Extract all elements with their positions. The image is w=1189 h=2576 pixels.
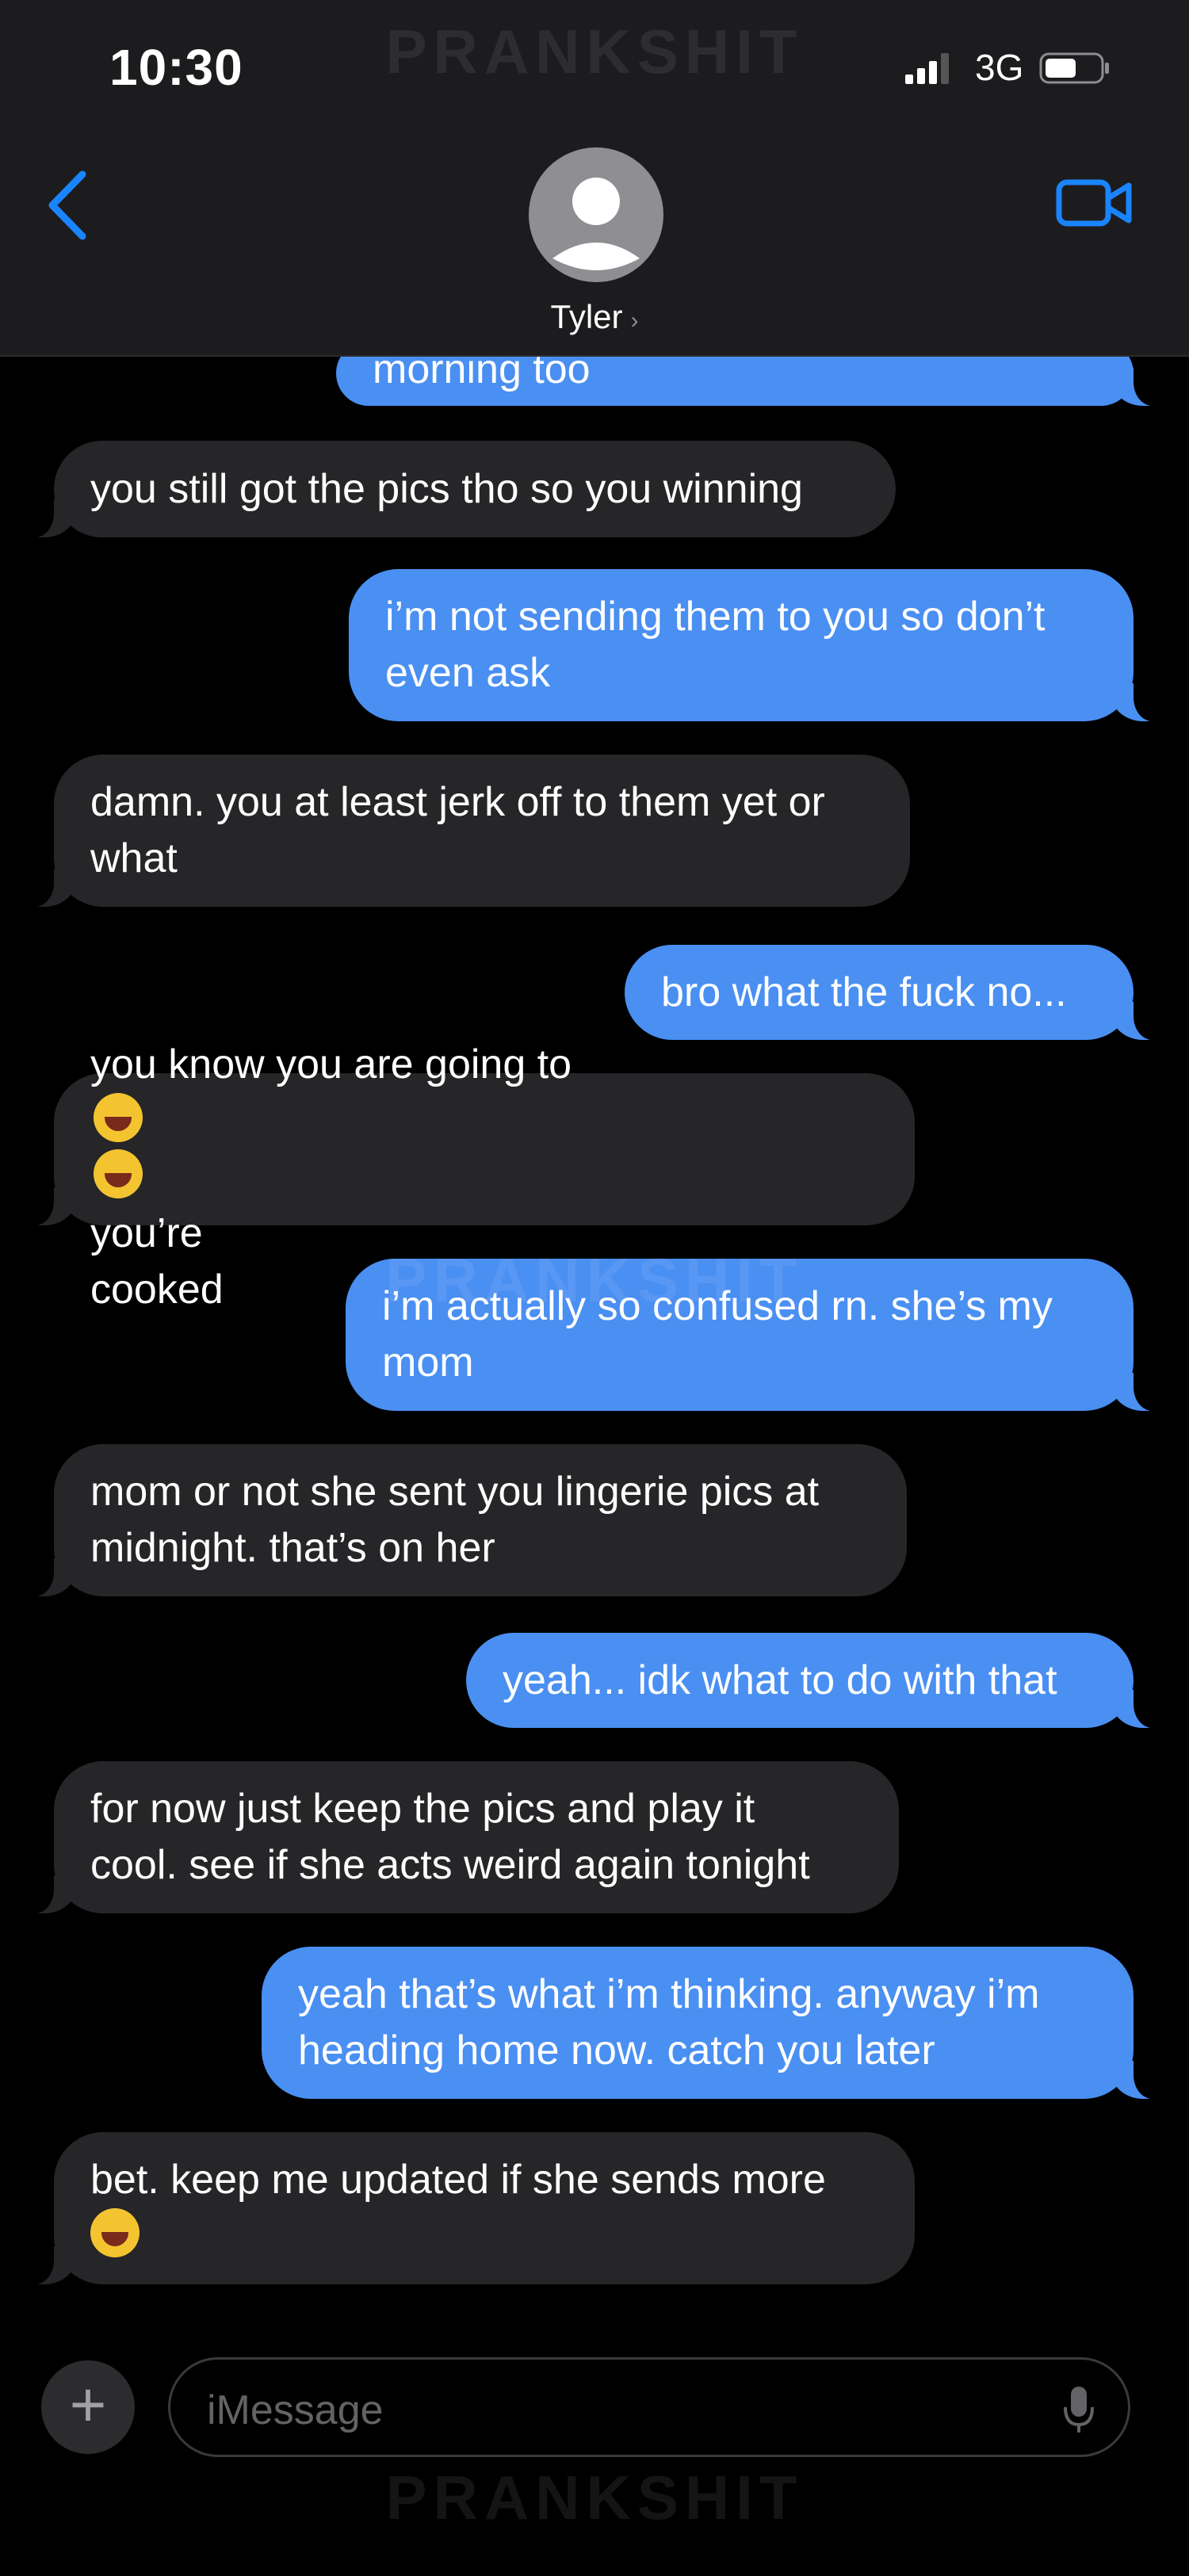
message-incoming[interactable]: damn. you at least jerk off to them yet … (30, 755, 910, 907)
message-incoming[interactable]: bet. keep me updated if she sends more (30, 2132, 915, 2284)
message-input[interactable]: iMessage (168, 2357, 1130, 2457)
message-incoming[interactable]: you know you are going to you’re cooked (30, 1041, 915, 1313)
chevron-left-icon[interactable] (44, 170, 92, 241)
watermark-text: PRANKSHIT (385, 2463, 804, 2532)
message-line: you know you are going to you’re (90, 980, 878, 1262)
avatar[interactable] (529, 147, 663, 282)
microphone-icon[interactable] (1063, 2385, 1095, 2434)
message-line (90, 2208, 878, 2265)
message-incoming[interactable]: you still got the pics tho so you winnin… (30, 441, 896, 537)
message-text: i’m not sending them to you so don’t eve… (385, 594, 1046, 696)
chevron-right-icon: › (630, 308, 639, 334)
message-input-placeholder: iMessage (207, 2387, 384, 2433)
message-outgoing[interactable]: i’m not sending them to you so don’t eve… (349, 569, 1157, 721)
plus-button[interactable]: + (41, 2360, 135, 2454)
message-text: yeah... idk what to do with that (503, 1657, 1057, 1703)
laughing-emoji-icon (94, 1149, 143, 1198)
watermark-text: PRANKSHIT (385, 17, 804, 86)
message-text: you still got the pics tho so you winnin… (90, 465, 803, 512)
plus-icon: + (69, 2369, 107, 2440)
message-text: mom or not she sent you lingerie pics at… (90, 1469, 820, 1571)
laughing-emoji-icon (90, 2208, 140, 2257)
video-camera-icon[interactable] (1056, 178, 1132, 228)
message-outgoing[interactable]: yeah... idk what to do with that (466, 1633, 1157, 1728)
message-outgoing[interactable]: yeah that’s what i’m thinking. anyway i’… (262, 1947, 1157, 2099)
watermark-text: PRANKSHIT (385, 1245, 804, 1315)
message-text: for now just keep the pics and play it c… (90, 1786, 810, 1888)
message-incoming[interactable]: mom or not she sent you lingerie pics at… (30, 1444, 907, 1596)
contact-name-link[interactable]: Tyler › (0, 298, 1189, 336)
message-text: damn. you at least jerk off to them yet … (90, 779, 825, 881)
laughing-emoji-icon (94, 1093, 143, 1142)
contact-name: Tyler (550, 298, 623, 335)
message-incoming[interactable]: for now just keep the pics and play it c… (30, 1761, 899, 1913)
message-text: you know you are going to (90, 1041, 572, 1087)
message-text: yeah that’s what i’m thinking. anyway i’… (298, 1971, 1040, 2073)
message-text: bet. keep me updated if she sends more (90, 2157, 826, 2203)
